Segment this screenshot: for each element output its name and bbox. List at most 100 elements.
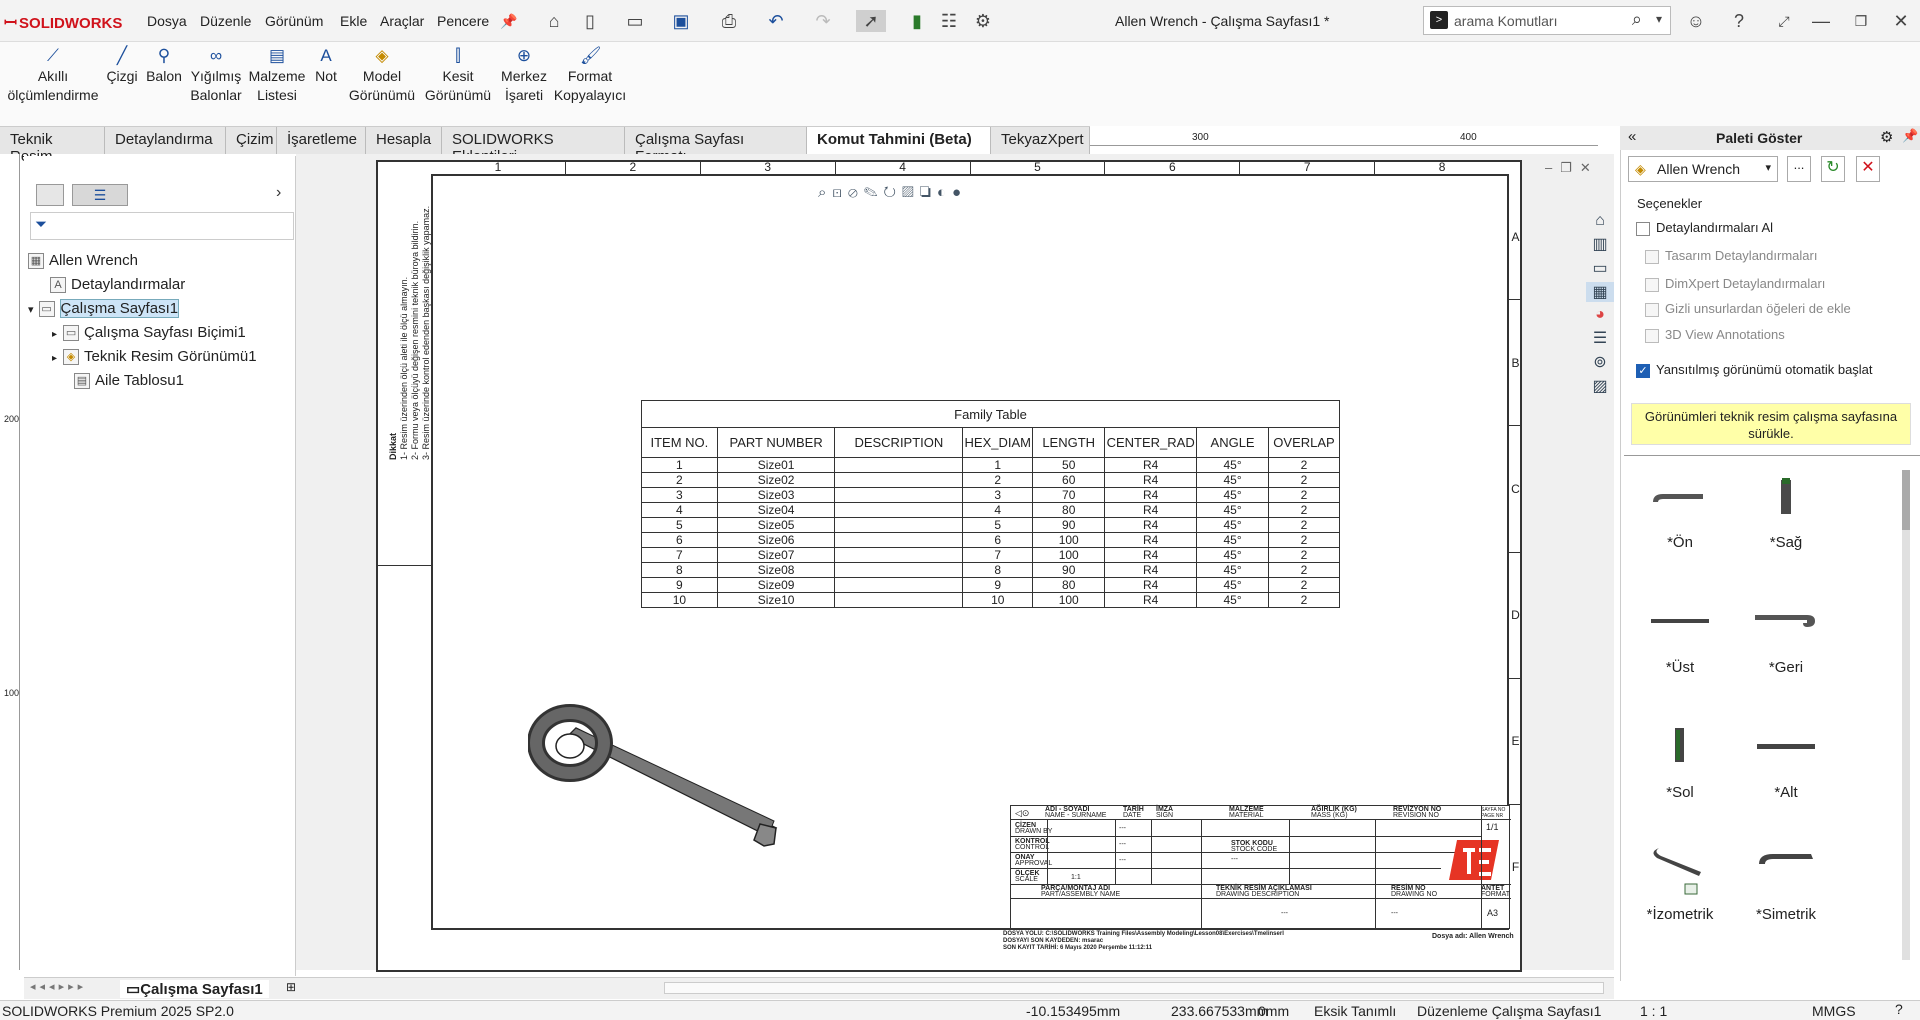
view-isometric[interactable]: *İzometrik bbox=[1630, 842, 1730, 923]
drawing-view-allen-wrench[interactable] bbox=[528, 696, 778, 856]
home-icon[interactable]: ⌂ bbox=[1586, 212, 1614, 230]
expand-icon[interactable]: ▸ bbox=[52, 353, 57, 364]
checkbox[interactable] bbox=[1645, 302, 1659, 317]
command-search-input[interactable]: > arama Komutları ⌕ ▾ bbox=[1423, 6, 1671, 35]
stacked-balloon-button[interactable]: ∞ Yığılmış Balonlar bbox=[188, 46, 244, 105]
chevron-right-icon[interactable]: › bbox=[276, 184, 281, 202]
display-style-icon[interactable]: ◐ bbox=[937, 184, 952, 201]
tree-item-sheet-format[interactable]: ▸ ▭ Çalışma Sayfası Biçimi1 bbox=[52, 322, 246, 344]
user-account-icon[interactable]: ☺ bbox=[1685, 10, 1707, 32]
open-folder-icon[interactable]: ▭ bbox=[624, 10, 646, 32]
checkbox[interactable] bbox=[1645, 328, 1659, 343]
bom-button[interactable]: ▤ Malzeme Listesi bbox=[247, 46, 307, 105]
option-3d-annotations[interactable]: 3D View Annotations bbox=[1645, 327, 1785, 343]
menu-tools[interactable]: Araçlar bbox=[380, 13, 424, 29]
add-sheet-icon[interactable]: ⊞ bbox=[286, 980, 296, 994]
close-icon[interactable]: ✕ bbox=[1890, 10, 1912, 32]
select-pointer-icon[interactable]: ➚ bbox=[856, 10, 886, 32]
option-auto-projected[interactable]: ✓ Yansıtılmış görünümü otomatik başlat bbox=[1636, 362, 1873, 378]
view-back[interactable]: *Geri bbox=[1736, 595, 1836, 676]
view-top[interactable]: *Üst bbox=[1630, 595, 1730, 676]
property-manager-tab-icon[interactable]: ☰ bbox=[72, 184, 128, 206]
menu-insert[interactable]: Ekle bbox=[340, 13, 367, 29]
chevron-down-icon[interactable]: ▾ bbox=[1656, 12, 1662, 26]
section-view-button[interactable]: ⫿ Kesit Görünümü bbox=[422, 46, 494, 105]
center-mark-button[interactable]: ⊕ Merkez İşareti bbox=[498, 46, 550, 105]
heads-up-view-toolbar[interactable]: ⌕⊡⊘✎↻▨❏◐● bbox=[818, 184, 967, 201]
custom-properties-icon[interactable]: ☰ bbox=[1586, 328, 1614, 348]
view-front[interactable]: *Ön bbox=[1630, 470, 1730, 551]
browse-button[interactable]: ... bbox=[1787, 156, 1811, 182]
sketch-icon[interactable]: ✎ bbox=[864, 184, 884, 201]
pin-icon[interactable]: 📌 bbox=[1902, 128, 1918, 144]
zoom-to-fit-icon[interactable]: ⌕ bbox=[818, 184, 832, 201]
restore-icon[interactable]: ❐ bbox=[1850, 10, 1872, 32]
minimize-icon[interactable]: — bbox=[1810, 10, 1832, 32]
tree-item-annotations[interactable]: A Detaylandırmalar bbox=[50, 274, 185, 296]
tab-tekyazxpert[interactable]: TekyazXpert bbox=[991, 127, 1090, 154]
smart-dimension-button[interactable]: ⟋ Akıllı ölçümlendirme bbox=[6, 46, 100, 105]
tree-root[interactable]: ▦ Allen Wrench bbox=[28, 250, 138, 272]
menu-file[interactable]: Dosya bbox=[147, 13, 187, 29]
menu-edit[interactable]: Düzenle bbox=[200, 13, 251, 29]
rotate-icon[interactable]: ↻ bbox=[883, 184, 902, 201]
checkmark-icon[interactable]: ✓ bbox=[1636, 363, 1650, 378]
home-icon[interactable]: ⌂ bbox=[543, 10, 565, 32]
rebuild-icon[interactable]: ▮ bbox=[906, 10, 928, 32]
help-icon[interactable]: ? bbox=[1895, 1001, 1903, 1017]
tab-detaylandirma[interactable]: Detaylandırma bbox=[105, 127, 226, 154]
menu-view[interactable]: Görünüm bbox=[265, 13, 323, 29]
family-table[interactable]: Family Table ITEM NO. PART NUMBER DESCRI… bbox=[641, 400, 1340, 608]
option-import-annotations[interactable]: Detaylandırmaları Al bbox=[1636, 220, 1773, 236]
tab-komut-tahmini[interactable]: Komut Tahmini (Beta) bbox=[807, 127, 991, 154]
view-right[interactable]: *Sağ bbox=[1736, 470, 1836, 551]
gear-icon[interactable]: ⚙ bbox=[1880, 128, 1893, 146]
tab-teknik-resim[interactable]: Teknik Resim bbox=[0, 127, 105, 165]
sheet-scale[interactable]: 1 : 1 bbox=[1640, 1003, 1667, 1019]
tree-item-drawing-view[interactable]: ▸ ◈ Teknik Resim Görünümü1 bbox=[52, 346, 257, 368]
file-explorer-icon[interactable]: ▭ bbox=[1586, 258, 1614, 278]
new-document-icon[interactable]: ▯ bbox=[579, 10, 601, 32]
forum-icon[interactable]: ▨ bbox=[1586, 376, 1614, 396]
tab-isaretleme[interactable]: İşaretleme bbox=[277, 127, 366, 154]
close-icon[interactable]: ✕ bbox=[1580, 160, 1599, 175]
tree-item-family-table[interactable]: ▤ Aile Tablosu1 bbox=[74, 370, 184, 392]
section-icon[interactable]: ▨ bbox=[902, 184, 919, 201]
sheet-navigation-arrows[interactable]: ◂◂◂▸▸▸ bbox=[30, 980, 87, 993]
model-select[interactable]: ◈ Allen Wrench ▾ bbox=[1628, 156, 1778, 182]
sheet-tab[interactable]: ▭Çalışma Sayfası1 bbox=[120, 980, 269, 998]
undo-icon[interactable]: ↶ bbox=[765, 10, 787, 32]
tab-cizim[interactable]: Çizim bbox=[226, 127, 277, 154]
collapse-panel-icon[interactable]: « bbox=[1628, 128, 1636, 145]
community-icon[interactable]: ⊚ bbox=[1586, 352, 1614, 372]
option-design-annotations[interactable]: Tasarım Detaylandırmaları bbox=[1645, 248, 1817, 264]
collapse-icon[interactable]: ⤢ bbox=[1773, 10, 1795, 32]
balloon-button[interactable]: ⚲ Balon bbox=[142, 46, 186, 86]
options-gear-icon[interactable]: ⚙ bbox=[972, 10, 994, 32]
expand-icon[interactable]: ▾ bbox=[28, 304, 34, 316]
tab-hesapla[interactable]: Hesapla bbox=[366, 127, 442, 154]
library-icon[interactable]: ▥ bbox=[1586, 234, 1614, 254]
view-bottom[interactable]: *Alt bbox=[1736, 720, 1836, 801]
view-left[interactable]: *Sol bbox=[1630, 720, 1730, 801]
tab-eklentiler[interactable]: SOLIDWORKS Eklentileri bbox=[442, 127, 625, 165]
zoom-area-icon[interactable]: ⊡ bbox=[832, 184, 848, 201]
tree-filter-input[interactable]: ⏷ bbox=[30, 212, 294, 240]
solidworks-logo[interactable]: ꟷ SOLIDWORKS bbox=[4, 11, 122, 33]
search-icon[interactable]: ⌕ bbox=[1632, 9, 1642, 30]
clear-icon[interactable]: ✕ bbox=[1856, 156, 1880, 182]
tree-item-sheet[interactable]: ▾ ▭ Çalışma Sayfası1 bbox=[28, 298, 180, 320]
checkbox[interactable] bbox=[1645, 277, 1659, 292]
help-icon[interactable]: ? bbox=[1728, 10, 1750, 32]
horizontal-scrollbar[interactable] bbox=[664, 982, 1604, 994]
pin-icon[interactable]: 📌 bbox=[498, 10, 520, 32]
refresh-icon[interactable]: ↻ bbox=[1821, 156, 1845, 182]
save-icon[interactable]: ▣ bbox=[670, 10, 692, 32]
previous-view-icon[interactable]: ⊘ bbox=[848, 184, 864, 201]
palette-scrollbar[interactable] bbox=[1902, 470, 1910, 960]
scrollbar-thumb[interactable] bbox=[1902, 470, 1910, 530]
view-dimetric[interactable]: *Simetrik bbox=[1736, 842, 1836, 923]
format-painter-button[interactable]: 🖌 Format Kopyalayıcı bbox=[553, 46, 627, 105]
checkbox[interactable] bbox=[1636, 221, 1650, 236]
file-properties-icon[interactable]: ☷ bbox=[938, 10, 960, 32]
